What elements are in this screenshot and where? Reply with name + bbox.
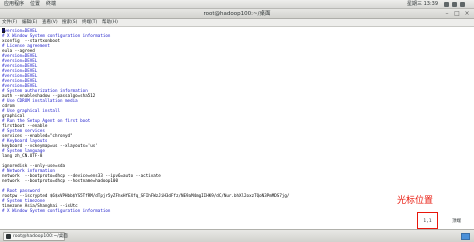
cursor-position-indicator: 1,1	[423, 219, 432, 224]
places-menu[interactable]: 位置	[30, 0, 40, 9]
power-icon	[460, 2, 465, 7]
editor-line: network --bootproto=dhcp --hostname=hado…	[2, 178, 118, 183]
volume-icon	[444, 2, 449, 7]
scroll-position-indicator: 顶端	[452, 219, 461, 224]
window-title: root@hadoop100:~/桌面	[203, 11, 271, 17]
taskbar-window-label: root@hadoop100:~/桌面	[13, 234, 68, 239]
close-icon[interactable]: ×	[464, 11, 470, 17]
terminal-titlebar[interactable]: root@hadoop100:~/桌面 – □ ×	[0, 9, 474, 19]
terminal-menubar: 文件(F) 编辑(E) 查看(V) 搜索(S) 终端(T) 帮助(H)	[0, 19, 474, 27]
editor-line: lang zh_CN.UTF-8	[2, 153, 43, 158]
menu-view[interactable]: 查看(V)	[42, 19, 58, 27]
maximize-icon[interactable]: □	[454, 11, 460, 17]
window-controls: – □ ×	[444, 11, 470, 17]
taskbar-window-button[interactable]: root@hadoop100:~/桌面	[3, 232, 68, 241]
cursor-position-annotation: 光标位置	[397, 196, 434, 206]
menu-help[interactable]: 帮助(H)	[102, 19, 118, 27]
terminal-app-menu[interactable]: 终端	[46, 0, 56, 9]
gnome-top-panel: 应用程序 位置 终端 星期三 13:39	[0, 0, 474, 9]
menu-terminal[interactable]: 终端(T)	[82, 19, 97, 27]
network-icon	[452, 2, 457, 7]
clock[interactable]: 星期三 13:39	[407, 0, 438, 9]
editor-line: rootpw --iscrypted $6$xVPHbb$YS5TfRM/dTp…	[2, 193, 290, 198]
terminal-icon	[6, 234, 11, 239]
editor-line: # X Window System configuration informat…	[2, 208, 111, 213]
menu-file[interactable]: 文件(F)	[2, 19, 17, 27]
menu-edit[interactable]: 编辑(E)	[22, 19, 37, 27]
minimize-icon[interactable]: –	[444, 11, 450, 17]
menu-search[interactable]: 搜索(S)	[62, 19, 77, 27]
bottom-taskbar: root@hadoop100:~/桌面	[0, 229, 474, 242]
system-tray[interactable]	[444, 2, 468, 7]
applications-menu[interactable]: 应用程序	[4, 0, 24, 9]
workspace-switcher[interactable]	[461, 233, 470, 240]
